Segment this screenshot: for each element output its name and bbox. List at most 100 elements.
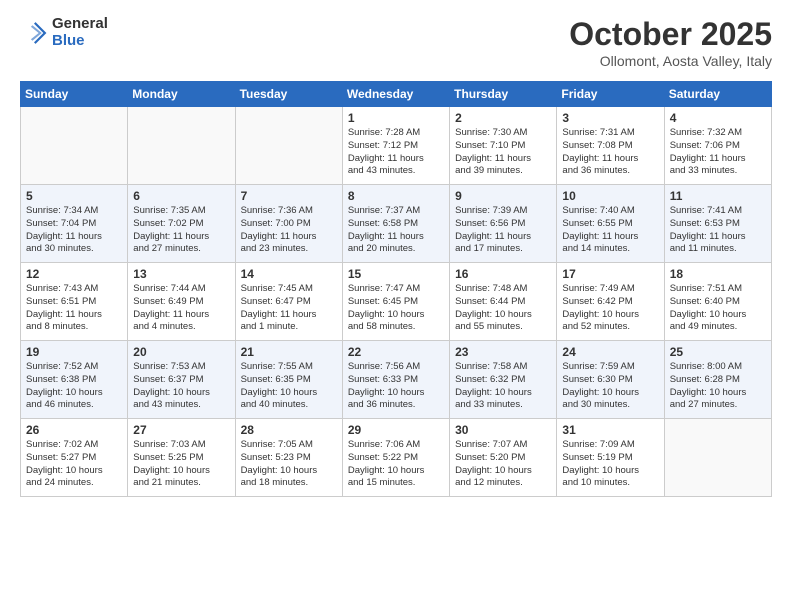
logo-text: General Blue <box>52 16 108 49</box>
calendar-cell: 29Sunrise: 7:06 AM Sunset: 5:22 PM Dayli… <box>342 419 449 497</box>
day-number: 14 <box>241 267 337 281</box>
calendar-table: SundayMondayTuesdayWednesdayThursdayFrid… <box>20 81 772 497</box>
calendar-cell: 9 Sunrise: 7:39 AM Sunset: 6:56 PM Daylig… <box>450 185 557 263</box>
day-info: Sunrise: 7:58 AM Sunset: 6:32 PM Dayligh… <box>455 361 551 412</box>
day-number: 8 <box>348 189 444 203</box>
day-number: 16 <box>455 267 551 281</box>
calendar-week-1: 1 Sunrise: 7:28 AM Sunset: 7:12 PM Daylig… <box>21 107 772 185</box>
day-number: 22 <box>348 345 444 359</box>
calendar-cell: 2 Sunrise: 7:30 AM Sunset: 7:10 PM Daylig… <box>450 107 557 185</box>
day-number: 24 <box>562 345 658 359</box>
calendar-header-wednesday: Wednesday <box>342 82 449 107</box>
day-info: Sunrise: 7:35 AM Sunset: 7:02 PM Dayligh… <box>133 205 229 256</box>
calendar-week-3: 12 Sunrise: 7:43 AM Sunset: 6:51 PM Dayli… <box>21 263 772 341</box>
day-number: 18 <box>670 267 766 281</box>
location: Ollomont, Aosta Valley, Italy <box>569 53 772 69</box>
calendar-cell: 15 Sunrise: 7:47 AM Sunset: 6:45 PM Dayli… <box>342 263 449 341</box>
calendar-week-2: 5 Sunrise: 7:34 AM Sunset: 7:04 PM Daylig… <box>21 185 772 263</box>
calendar-cell: 13 Sunrise: 7:44 AM Sunset: 6:49 PM Dayli… <box>128 263 235 341</box>
day-number: 20 <box>133 345 229 359</box>
day-info: Sunrise: 7:49 AM Sunset: 6:42 PM Dayligh… <box>562 283 658 334</box>
calendar-header-friday: Friday <box>557 82 664 107</box>
day-number: 1 <box>348 111 444 125</box>
day-number: 30 <box>455 423 551 437</box>
day-info: Sunrise: 7:31 AM Sunset: 7:08 PM Dayligh… <box>562 127 658 178</box>
day-number: 23 <box>455 345 551 359</box>
day-info: Sunrise: 7:41 AM Sunset: 6:53 PM Dayligh… <box>670 205 766 256</box>
day-number: 25 <box>670 345 766 359</box>
calendar-cell: 16 Sunrise: 7:48 AM Sunset: 6:44 PM Dayli… <box>450 263 557 341</box>
calendar-cell: 25 Sunrise: 8:00 AM Sunset: 6:28 PM Dayli… <box>664 341 771 419</box>
day-info: Sunrise: 7:56 AM Sunset: 6:33 PM Dayligh… <box>348 361 444 412</box>
calendar-cell <box>235 107 342 185</box>
day-number: 21 <box>241 345 337 359</box>
day-number: 12 <box>26 267 122 281</box>
day-number: 9 <box>455 189 551 203</box>
day-number: 4 <box>670 111 766 125</box>
calendar-cell <box>128 107 235 185</box>
day-number: 27 <box>133 423 229 437</box>
calendar-cell: 20 Sunrise: 7:53 AM Sunset: 6:37 PM Dayli… <box>128 341 235 419</box>
calendar-cell: 5 Sunrise: 7:34 AM Sunset: 7:04 PM Daylig… <box>21 185 128 263</box>
day-info: Sunrise: 8:00 AM Sunset: 6:28 PM Dayligh… <box>670 361 766 412</box>
day-info: Sunrise: 7:52 AM Sunset: 6:38 PM Dayligh… <box>26 361 122 412</box>
calendar-cell: 14 Sunrise: 7:45 AM Sunset: 6:47 PM Dayli… <box>235 263 342 341</box>
calendar-cell: 24 Sunrise: 7:59 AM Sunset: 6:30 PM Dayli… <box>557 341 664 419</box>
day-number: 10 <box>562 189 658 203</box>
day-info: Sunrise: 7:44 AM Sunset: 6:49 PM Dayligh… <box>133 283 229 334</box>
day-info: Sunrise: 7:07 AM Sunset: 5:20 PM Dayligh… <box>455 439 551 490</box>
day-info: Sunrise: 7:30 AM Sunset: 7:10 PM Dayligh… <box>455 127 551 178</box>
calendar-cell: 12 Sunrise: 7:43 AM Sunset: 6:51 PM Dayli… <box>21 263 128 341</box>
day-info: Sunrise: 7:53 AM Sunset: 6:37 PM Dayligh… <box>133 361 229 412</box>
day-info: Sunrise: 7:59 AM Sunset: 6:30 PM Dayligh… <box>562 361 658 412</box>
calendar-cell: 19Sunrise: 7:52 AM Sunset: 6:38 PM Dayli… <box>21 341 128 419</box>
calendar-cell: 8 Sunrise: 7:37 AM Sunset: 6:58 PM Daylig… <box>342 185 449 263</box>
day-info: Sunrise: 7:45 AM Sunset: 6:47 PM Dayligh… <box>241 283 337 334</box>
calendar-cell: 18Sunrise: 7:51 AM Sunset: 6:40 PM Dayli… <box>664 263 771 341</box>
day-info: Sunrise: 7:02 AM Sunset: 5:27 PM Dayligh… <box>26 439 122 490</box>
calendar-week-5: 26 Sunrise: 7:02 AM Sunset: 5:27 PM Dayli… <box>21 419 772 497</box>
day-info: Sunrise: 7:37 AM Sunset: 6:58 PM Dayligh… <box>348 205 444 256</box>
day-number: 26 <box>26 423 122 437</box>
day-number: 28 <box>241 423 337 437</box>
logo: General Blue <box>20 16 108 49</box>
calendar-header-row: SundayMondayTuesdayWednesdayThursdayFrid… <box>21 82 772 107</box>
day-info: Sunrise: 7:03 AM Sunset: 5:25 PM Dayligh… <box>133 439 229 490</box>
day-info: Sunrise: 7:28 AM Sunset: 7:12 PM Dayligh… <box>348 127 444 178</box>
calendar-cell: 6 Sunrise: 7:35 AM Sunset: 7:02 PM Daylig… <box>128 185 235 263</box>
day-info: Sunrise: 7:43 AM Sunset: 6:51 PM Dayligh… <box>26 283 122 334</box>
day-number: 6 <box>133 189 229 203</box>
day-info: Sunrise: 7:09 AM Sunset: 5:19 PM Dayligh… <box>562 439 658 490</box>
calendar-cell: 22 Sunrise: 7:56 AM Sunset: 6:33 PM Dayli… <box>342 341 449 419</box>
calendar-header-thursday: Thursday <box>450 82 557 107</box>
day-number: 13 <box>133 267 229 281</box>
title-block: October 2025 Ollomont, Aosta Valley, Ita… <box>569 16 772 69</box>
calendar-cell: 28 Sunrise: 7:05 AM Sunset: 5:23 PM Dayli… <box>235 419 342 497</box>
calendar-cell: 31Sunrise: 7:09 AM Sunset: 5:19 PM Dayli… <box>557 419 664 497</box>
calendar-cell: 23 Sunrise: 7:58 AM Sunset: 6:32 PM Dayli… <box>450 341 557 419</box>
logo-icon <box>20 19 48 47</box>
logo-blue-text: Blue <box>52 33 108 50</box>
day-info: Sunrise: 7:34 AM Sunset: 7:04 PM Dayligh… <box>26 205 122 256</box>
day-info: Sunrise: 7:47 AM Sunset: 6:45 PM Dayligh… <box>348 283 444 334</box>
day-info: Sunrise: 7:48 AM Sunset: 6:44 PM Dayligh… <box>455 283 551 334</box>
day-number: 15 <box>348 267 444 281</box>
calendar-cell: 4Sunrise: 7:32 AM Sunset: 7:06 PM Daylig… <box>664 107 771 185</box>
day-number: 17 <box>562 267 658 281</box>
day-number: 3 <box>562 111 658 125</box>
day-info: Sunrise: 7:06 AM Sunset: 5:22 PM Dayligh… <box>348 439 444 490</box>
day-info: Sunrise: 7:39 AM Sunset: 6:56 PM Dayligh… <box>455 205 551 256</box>
calendar-header-tuesday: Tuesday <box>235 82 342 107</box>
calendar-cell: 1 Sunrise: 7:28 AM Sunset: 7:12 PM Daylig… <box>342 107 449 185</box>
calendar-header-saturday: Saturday <box>664 82 771 107</box>
day-info: Sunrise: 7:36 AM Sunset: 7:00 PM Dayligh… <box>241 205 337 256</box>
day-number: 2 <box>455 111 551 125</box>
calendar-cell: 3 Sunrise: 7:31 AM Sunset: 7:08 PM Daylig… <box>557 107 664 185</box>
calendar-cell: 11 Sunrise: 7:41 AM Sunset: 6:53 PM Dayli… <box>664 185 771 263</box>
day-number: 11 <box>670 189 766 203</box>
day-number: 5 <box>26 189 122 203</box>
logo-general-text: General <box>52 16 108 33</box>
calendar-week-4: 19Sunrise: 7:52 AM Sunset: 6:38 PM Dayli… <box>21 341 772 419</box>
day-info: Sunrise: 7:05 AM Sunset: 5:23 PM Dayligh… <box>241 439 337 490</box>
main-container: General Blue October 2025 Ollomont, Aost… <box>0 0 792 507</box>
